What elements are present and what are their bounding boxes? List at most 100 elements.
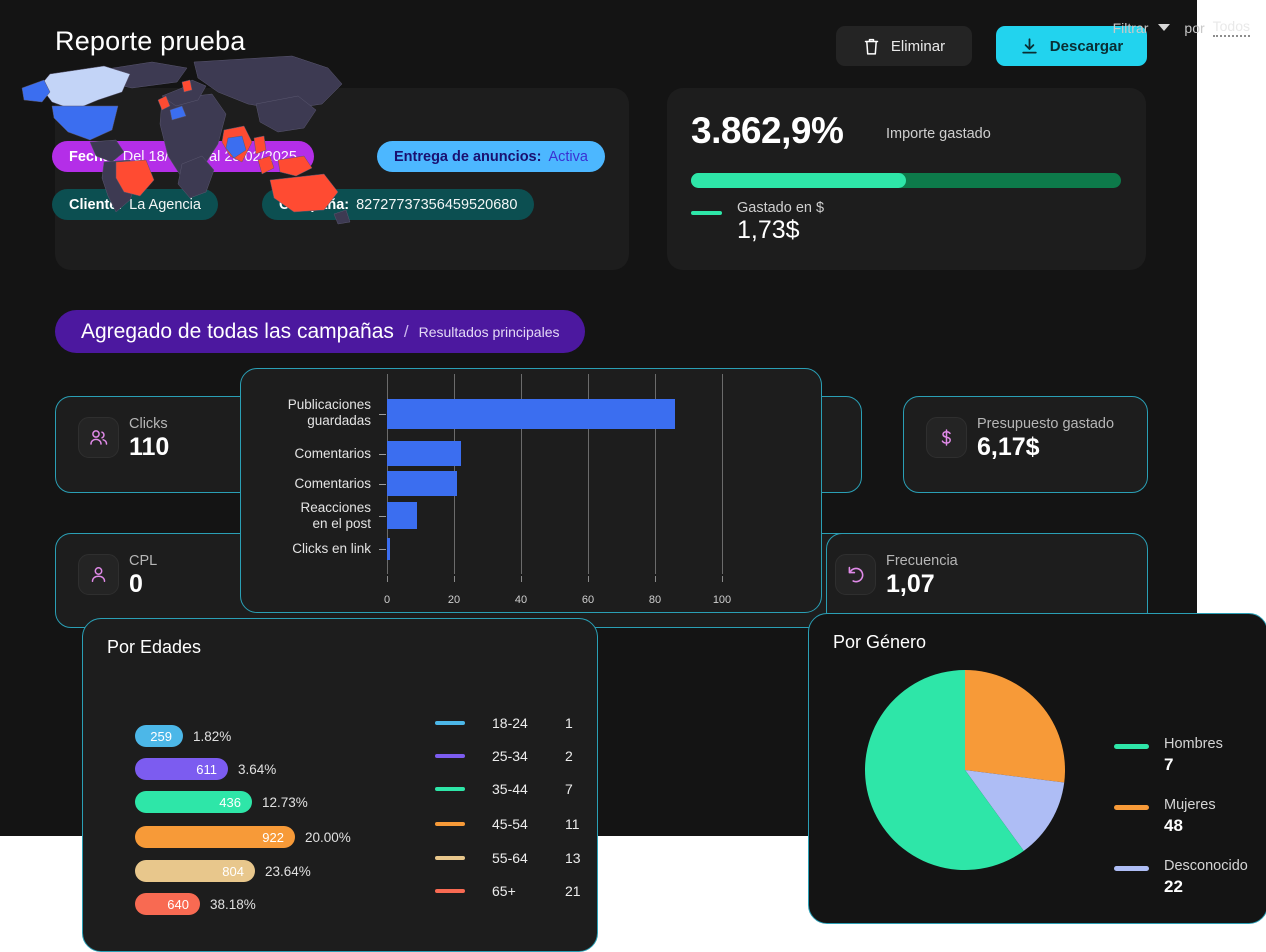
age-legend-label: 55-64 — [492, 850, 528, 866]
age-legend-item[interactable]: 35-44 7 — [435, 781, 595, 797]
age-legend-count: 1 — [565, 715, 573, 731]
chart-x-tick-label: 40 — [514, 594, 528, 606]
gender-panel-title: Por Género — [833, 632, 927, 652]
age-bar-row[interactable]: 922 20.00% — [135, 826, 351, 848]
age-bar-row[interactable]: 436 12.73% — [135, 791, 308, 813]
chart-x-tick-label: 60 — [581, 594, 595, 606]
spend-legend-dash — [691, 211, 722, 215]
delete-button-label: Eliminar — [890, 37, 946, 55]
aggregate-banner[interactable]: Agregado de todas las campañas / Resulta… — [55, 310, 586, 353]
spend-progress-track — [691, 173, 1121, 188]
age-bar-row[interactable]: 640 38.18% — [135, 893, 256, 915]
chart-category-label: Reacciones en el post — [300, 500, 371, 531]
chart-tick — [588, 576, 589, 582]
age-bar-percent: 20.00% — [305, 829, 351, 845]
age-legend-count: 2 — [565, 748, 573, 764]
age-legend-dash — [435, 787, 465, 791]
age-bar-percent: 1.82% — [193, 728, 232, 744]
bar[interactable] — [387, 502, 418, 529]
age-legend-label: 25-34 — [492, 748, 528, 764]
gender-legend-value: 22 — [1164, 877, 1183, 896]
metric-label-cpl: CPL — [129, 553, 158, 569]
world-map[interactable] — [12, 44, 360, 229]
age-bar: 259 — [135, 725, 183, 747]
chart-x-tick-label: 100 — [712, 594, 732, 606]
chart-axis-dash — [379, 453, 386, 455]
spend-percent-label: Importe gastado — [886, 126, 991, 142]
delete-button[interactable]: Eliminar — [836, 26, 972, 66]
metric-label-presupuesto: Presupuesto gastado — [977, 416, 1115, 432]
age-bar-percent: 38.18% — [210, 896, 256, 912]
age-legend-item[interactable]: 25-34 2 — [435, 748, 595, 764]
age-bar-value: 640 — [167, 896, 189, 912]
user-icon — [78, 554, 119, 595]
metric-card-presupuesto[interactable]: Presupuesto gastado 6,17$ — [903, 396, 1148, 493]
chart-category-label: Clicks en link — [292, 541, 371, 556]
gender-legend-dash — [1114, 744, 1149, 749]
chart-axis-dash — [379, 515, 386, 517]
gender-breakdown-card[interactable]: Por Género Hombres 7 Mujeres 48 Desconocido 2… — [808, 613, 1266, 924]
age-bar-percent: 3.64% — [238, 761, 277, 777]
age-legend-item[interactable]: 65+ 21 — [435, 883, 595, 899]
gender-legend-dash — [1114, 805, 1149, 810]
download-button-label: Descargar — [1049, 37, 1124, 55]
chart-gridline — [722, 374, 723, 574]
spend-series-label: Gastado en $ — [737, 200, 825, 216]
age-breakdown-card[interactable]: Por Edades 259 1.82% 611 3.64% 436 12.73% 922 2… — [82, 618, 598, 952]
chart-category-label: Comentarios — [294, 445, 371, 461]
age-legend-count: 7 — [565, 781, 573, 797]
gender-legend-value: 7 — [1164, 755, 1174, 774]
age-panel-title: Por Edades — [107, 637, 202, 657]
refresh-icon — [835, 554, 876, 595]
metric-value-cpl: 0 — [129, 570, 143, 598]
age-legend-dash — [435, 889, 465, 893]
gender-pie-chart[interactable] — [865, 670, 1065, 870]
age-bar-row[interactable]: 804 23.64% — [135, 860, 311, 882]
gender-legend-label: Hombres — [1164, 736, 1223, 752]
age-legend-dash — [435, 754, 465, 758]
aggregate-banner-subtitle: Resultados principales — [418, 323, 560, 340]
age-bar-value: 259 — [150, 728, 172, 744]
gender-legend-value: 48 — [1164, 816, 1183, 835]
age-legend-item[interactable]: 45-54 11 — [435, 816, 595, 832]
age-bar: 922 — [135, 826, 295, 848]
bar[interactable] — [387, 441, 461, 466]
trash-icon — [864, 38, 879, 55]
tag-entrega-value: Activa — [548, 148, 588, 165]
metric-label-frecuencia: Frecuencia — [886, 553, 958, 569]
age-bar-value: 436 — [219, 794, 241, 810]
metric-label-clicks: Clicks — [129, 416, 168, 432]
tag-entrega-anuncios[interactable]: Entrega de anuncios: Activa — [377, 141, 605, 172]
age-legend-dash — [435, 856, 465, 860]
results-bar-chart-card[interactable]: 0 20 40 60 80 100 Publicaciones guardadas Coment… — [240, 368, 822, 613]
bar[interactable] — [387, 399, 676, 429]
chart-category-label: Publicaciones guardadas — [287, 397, 371, 428]
age-bar-row[interactable]: 259 1.82% — [135, 725, 231, 747]
download-icon — [1022, 37, 1037, 53]
bar[interactable] — [387, 538, 391, 560]
chart-tick — [454, 576, 455, 582]
age-legend-dash — [435, 822, 465, 826]
age-bar: 436 — [135, 791, 252, 813]
age-legend-count: 13 — [565, 850, 581, 866]
spend-series-value: 1,73$ — [737, 216, 800, 244]
age-legend-item[interactable]: 18-24 1 — [435, 715, 595, 731]
chart-category-label: Comentarios — [294, 475, 371, 491]
gender-legend-label: Desconocido — [1164, 858, 1248, 874]
chart-x-tick-label: 20 — [447, 594, 461, 606]
chart-tick — [655, 576, 656, 582]
bar[interactable] — [387, 471, 458, 496]
age-legend-label: 45-54 — [492, 816, 528, 832]
age-legend-count: 21 — [565, 883, 581, 899]
chart-x-tick-label: 0 — [383, 594, 391, 606]
age-legend-dash — [435, 721, 465, 725]
pie-slice[interactable] — [965, 670, 1065, 783]
chart-tick — [521, 576, 522, 582]
metric-value-clicks: 110 — [129, 433, 170, 461]
chart-axis-dash — [379, 549, 386, 550]
spend-progress-fill — [691, 173, 906, 188]
age-bar-row[interactable]: 611 3.64% — [135, 758, 276, 780]
age-legend-item[interactable]: 55-64 13 — [435, 850, 595, 866]
chart-axis-dash — [379, 483, 386, 485]
spend-summary-card: 3.862,9% Importe gastado Gastado en $ 1,… — [667, 88, 1146, 270]
